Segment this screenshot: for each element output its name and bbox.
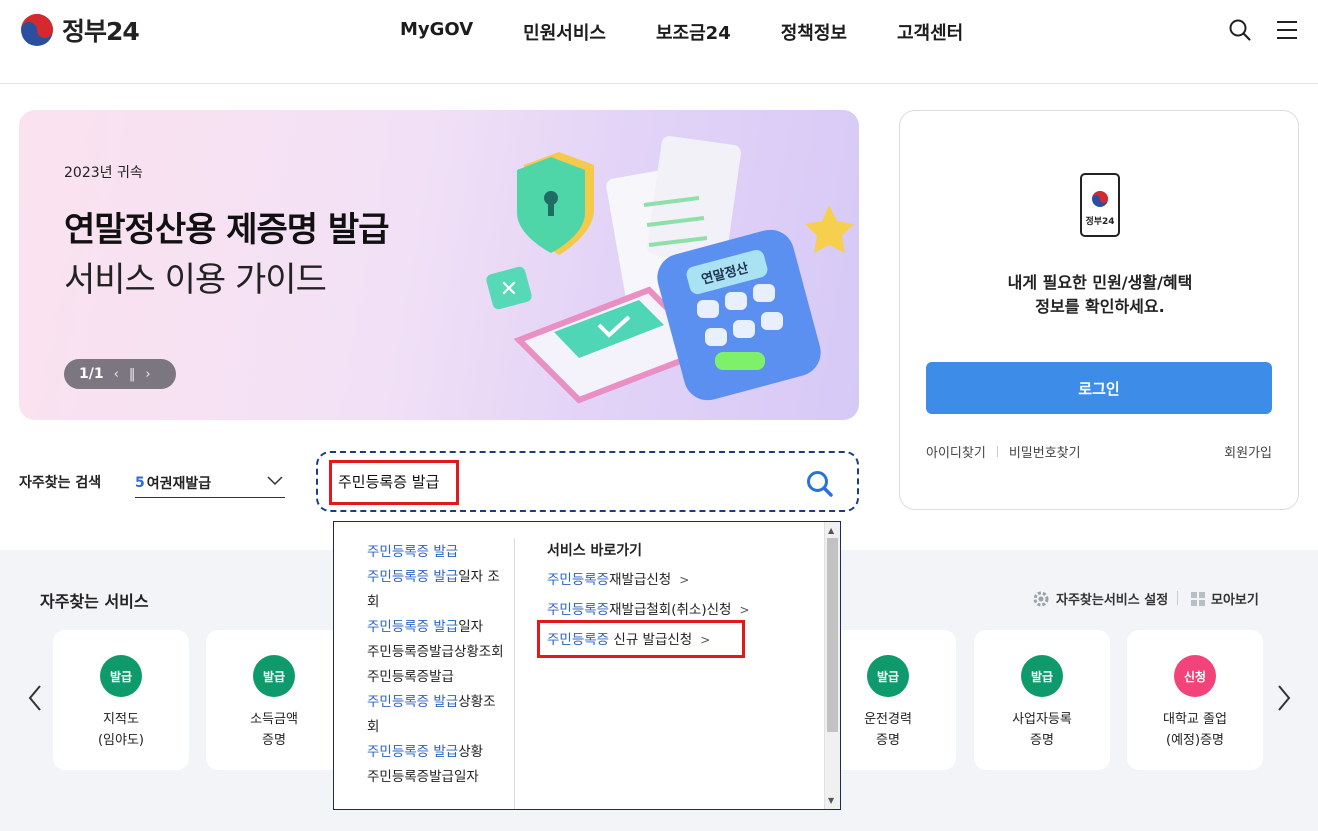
- gear-icon: [1033, 591, 1049, 606]
- pause-icon[interactable]: ‖: [129, 367, 136, 382]
- next-slide-icon[interactable]: ›: [145, 367, 150, 382]
- service-badge: 신청: [1174, 655, 1216, 697]
- link-divider: [996, 446, 998, 457]
- banner-page-indicator: 1/1: [79, 366, 104, 382]
- service-name: 대학교 졸업 (예정)증명: [1163, 712, 1227, 748]
- banner-subtitle: 서비스 이용 가이드: [64, 260, 327, 300]
- service-card[interactable]: 발급 소득금액 증명: [206, 630, 342, 770]
- banner-illustration: ✕ 연말정산: [486, 136, 854, 404]
- scroll-down-icon[interactable]: ▼: [828, 796, 834, 805]
- main-banner[interactable]: 2023년 귀속 연말정산용 제증명 발급 서비스 이용 가이드 1/1 ‹ ‖…: [19, 110, 859, 420]
- service-badge: 발급: [100, 655, 142, 697]
- service-shortcut-link[interactable]: 주민등록증 신규 발급신청 >: [547, 628, 750, 652]
- service-card[interactable]: 신청 대학교 졸업 (예정)증명: [1127, 630, 1263, 770]
- suggestion-item[interactable]: 주민등록증 발급상황: [367, 740, 507, 765]
- banner-pager: 1/1 ‹ ‖ ›: [64, 359, 176, 389]
- view-all-label: 모아보기: [1211, 593, 1259, 608]
- frequent-services-title: 자주찾는 서비스: [40, 592, 149, 611]
- login-panel: 정부24 내게 필요한 민원/생활/혜택 정보를 확인하세요. 로그인 아이디찾…: [899, 110, 1299, 510]
- banner-year: 2023년 귀속: [64, 165, 143, 181]
- suggestion-item[interactable]: 주민등록증 발급상황조회: [367, 690, 507, 740]
- autocomplete-dropdown: 주민등록증 발급 주민등록증 발급일자 조회 주민등록증 발급일자 주민등록증발…: [333, 521, 841, 810]
- gov24-logo[interactable]: 정부24: [20, 12, 140, 48]
- header-divider: [1177, 591, 1178, 605]
- nav-subsidy24[interactable]: 보조금24: [656, 19, 731, 45]
- service-shortcut-title: 서비스 바로가기: [547, 543, 643, 559]
- view-all-button[interactable]: 모아보기: [1191, 589, 1259, 608]
- search-button-icon[interactable]: [805, 469, 835, 499]
- dropdown-scrollbar[interactable]: ▲ ▼: [824, 522, 840, 809]
- logo-text: 정부24: [62, 17, 140, 46]
- frequent-search-value: 여권재발급: [146, 475, 212, 492]
- grid-icon: [1191, 591, 1205, 606]
- hamburger-menu-icon[interactable]: [1276, 20, 1298, 40]
- service-shortcut-link[interactable]: 주민등록증재발급신청 >: [547, 568, 750, 592]
- chevron-right-icon: >: [700, 633, 711, 647]
- dropdown-divider: [514, 538, 515, 809]
- settings-label: 자주찾는서비스 설정: [1056, 593, 1169, 608]
- service-card[interactable]: 발급 지적도 (임야도): [53, 630, 189, 770]
- suggestion-item[interactable]: 주민등록증 발급일자: [367, 615, 507, 640]
- frequent-search-select[interactable]: 5 여권재발급: [135, 468, 285, 498]
- login-message-line2: 정보를 확인하세요.: [1035, 297, 1165, 316]
- service-badge: 발급: [867, 655, 909, 697]
- scrollbar-thumb[interactable]: [827, 538, 838, 732]
- service-shortcut-list: 서비스 바로가기 주민등록증재발급신청 > 주민등록증재발급철회(취소)신청 > 주…: [547, 540, 750, 652]
- find-id-link[interactable]: 아이디찾기: [926, 442, 986, 461]
- nav-mygov[interactable]: MyGOV: [400, 19, 473, 45]
- nav-customer-center[interactable]: 고객센터: [897, 19, 963, 45]
- service-badge: 발급: [253, 655, 295, 697]
- phone-label: 정부24: [1085, 217, 1115, 227]
- service-name: 지적도 (임야도): [97, 712, 145, 748]
- frequent-search-label: 자주찾는 검색: [19, 475, 102, 491]
- site-header: 정부24 MyGOV 민원서비스 보조금24 정책정보 고객센터: [0, 0, 1318, 84]
- banner-title: 연말정산용 제증명 발급: [64, 210, 389, 250]
- service-shortcut-link[interactable]: 주민등록증재발급철회(취소)신청 >: [547, 598, 750, 622]
- main-nav: MyGOV 민원서비스 보조금24 정책정보 고객센터: [400, 19, 963, 45]
- service-badge: 발급: [1021, 655, 1063, 697]
- prev-slide-icon[interactable]: ‹: [114, 367, 119, 382]
- chevron-right-icon: >: [739, 603, 750, 617]
- frequent-services-settings[interactable]: 자주찾는서비스 설정: [1032, 589, 1168, 608]
- suggestion-item[interactable]: 주민등록증발급일자: [367, 765, 507, 790]
- taegeuk-logo-icon: [21, 14, 53, 46]
- service-card[interactable]: 발급 사업자등록 증명: [974, 630, 1110, 770]
- scroll-up-icon[interactable]: ▲: [828, 526, 834, 535]
- find-password-link[interactable]: 비밀번호찾기: [1009, 442, 1081, 461]
- login-button[interactable]: 로그인: [926, 362, 1272, 414]
- carousel-prev-icon[interactable]: [26, 684, 44, 712]
- chevron-down-icon: [267, 476, 283, 486]
- suggestion-list: 주민등록증 발급 주민등록증 발급일자 조회 주민등록증 발급일자 주민등록증발…: [367, 540, 507, 790]
- frequent-search-rank: 5: [135, 474, 145, 491]
- search-icon[interactable]: [1228, 18, 1252, 42]
- suggestion-item[interactable]: 주민등록증발급: [367, 665, 507, 690]
- main-search-box: [316, 451, 859, 512]
- suggestion-item[interactable]: 주민등록증 발급일자 조회: [367, 565, 507, 615]
- login-links: 아이디찾기 비밀번호찾기 회원가입: [926, 442, 1272, 461]
- carousel-next-icon[interactable]: [1275, 684, 1293, 712]
- service-name: 소득금액 증명: [250, 712, 298, 748]
- login-message-line1: 내게 필요한 민원/생활/혜택: [1007, 273, 1193, 292]
- join-link[interactable]: 회원가입: [1224, 442, 1272, 461]
- suggestion-item[interactable]: 주민등록증발급상황조회: [367, 640, 507, 665]
- phone-icon: 정부24: [1080, 173, 1120, 237]
- nav-policy-info[interactable]: 정책정보: [781, 19, 847, 45]
- chevron-right-icon: >: [679, 573, 690, 587]
- svg-text:✕: ✕: [500, 277, 518, 302]
- nav-civil-service[interactable]: 민원서비스: [523, 19, 606, 45]
- login-message: 내게 필요한 민원/생활/혜택 정보를 확인하세요.: [900, 271, 1300, 319]
- search-input[interactable]: [332, 463, 632, 499]
- service-name: 사업자등록 증명: [1012, 712, 1072, 748]
- suggestion-item[interactable]: 주민등록증 발급: [367, 540, 507, 565]
